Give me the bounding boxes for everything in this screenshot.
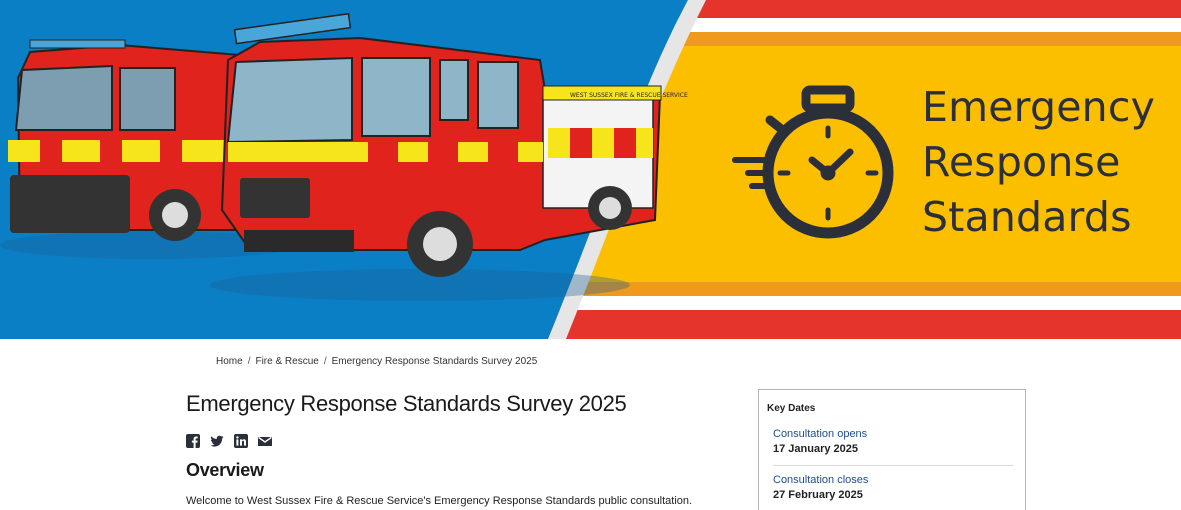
page-title: Emergency Response Standards Survey 2025	[186, 391, 627, 416]
linkedin-icon[interactable]	[234, 434, 248, 448]
key-date-label: Consultation closes	[773, 474, 869, 486]
share-links	[186, 434, 272, 448]
key-date-value: 17 January 2025	[773, 443, 859, 455]
breadcrumb-separator: /	[323, 356, 327, 367]
key-dates-heading: Key Dates	[767, 403, 816, 414]
intro-text: Welcome to West Sussex Fire & Rescue Ser…	[186, 495, 693, 507]
breadcrumb-home[interactable]: Home	[216, 356, 243, 367]
key-date-item: Consultation opens 17 January 2025	[773, 427, 1013, 457]
breadcrumb-current: Emergency Response Standards Survey 2025	[331, 356, 538, 367]
overview-heading: Overview	[186, 460, 264, 480]
facebook-icon[interactable]	[186, 434, 200, 448]
banner-title-line: Emergency	[922, 83, 1156, 131]
key-date-item: Consultation closes 27 February 2025	[773, 473, 1013, 503]
breadcrumb-separator: /	[247, 356, 251, 367]
banner-title-line: Response	[922, 138, 1121, 186]
breadcrumb-fire-rescue[interactable]: Fire & Rescue	[255, 356, 318, 367]
key-dates-panel: Key Dates Consultation opens 17 January …	[758, 389, 1026, 510]
banner-title-line: Standards	[922, 193, 1132, 241]
banner-title: Emergency Response Standards	[922, 80, 1172, 245]
truck-signage: WEST SUSSEX FIRE & RESCUE SERVICE	[570, 92, 688, 99]
key-date-label: Consultation opens	[773, 428, 868, 440]
twitter-icon[interactable]	[210, 434, 224, 448]
email-icon[interactable]	[258, 434, 272, 448]
breadcrumb: Home / Fire & Rescue / Emergency Response St…	[216, 356, 537, 367]
divider	[773, 465, 1013, 466]
hero-banner: WEST SUSSEX FIRE & RESCUE SERVICE Emerge…	[0, 0, 1181, 339]
key-date-value: 27 February 2025	[773, 489, 863, 501]
